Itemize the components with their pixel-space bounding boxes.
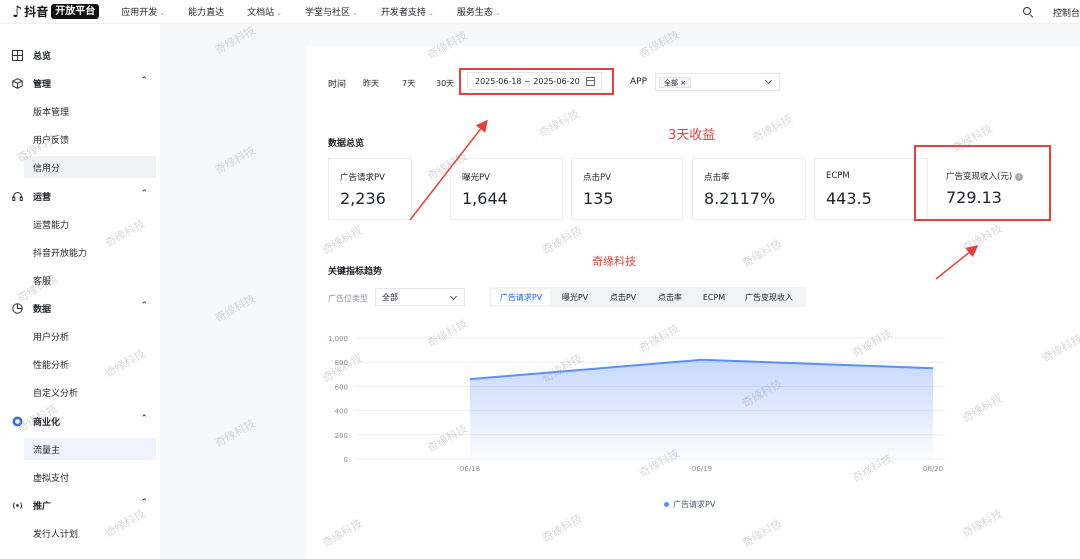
app-select[interactable]: 全部 × [655,73,780,91]
pie-chart-icon [12,302,23,314]
legend-label: 广告请求PV [673,500,716,509]
nav-item-app-dev[interactable]: 应用开发 ⌄ [121,5,165,18]
broadcast-icon [12,500,23,511]
tab-ecpm[interactable]: ECPM [695,289,733,305]
sidebar-group-data[interactable]: 数据 ⌃ [12,301,152,315]
chart-legend[interactable]: 广告请求PV [664,499,715,510]
ad-type-select[interactable]: 全部 [375,288,465,306]
metric-tabs: 广告请求PV 曝光PV 点击PV 点击率 ECPM 广告变现收入 [489,287,806,307]
metric-impressions: 曝光PV 1,644 [450,158,563,220]
metric-ctr: 点击率 8.2117% [692,158,806,220]
tab-ad-requests[interactable]: 广告请求PV [492,289,550,305]
sidebar-item-dy-ability[interactable]: 抖音开放能力 [24,241,156,263]
top-nav: ♪ 抖音 开放平台 应用开发 ⌄ 能力直达 文档站 ⌄ 学堂与社区 ⌄ 开发者支持 ⌄ … [0,0,1080,24]
chevron-up-icon: ⌃ [140,414,148,424]
headset-icon [12,191,23,202]
overview-title: 数据总览 [328,139,365,149]
nav-item-community[interactable]: 学堂与社区 ⌄ [305,5,358,18]
tab-impressions[interactable]: 曝光PV [553,289,597,305]
annotation-box-date [459,68,614,95]
nav-menu: 应用开发 ⌄ 能力直达 文档站 ⌄ 学堂与社区 ⌄ 开发者支持 ⌄ 服务生态 ⌄ [121,5,523,18]
app-tag-all[interactable]: 全部 × [659,77,692,88]
chevron-down-icon: ⌄ [276,9,283,17]
sidebar-item-publisher[interactable]: 发行人计划 [24,522,156,544]
tab-revenue[interactable]: 广告变现收入 [737,289,801,305]
grid-icon [12,49,23,61]
cube-icon [12,77,23,89]
chevron-down-icon: ⌄ [427,9,434,17]
nav-item-dev-support[interactable]: 开发者支持 ⌄ [381,5,434,18]
chevron-up-icon: ⌃ [140,498,148,508]
chevron-down-icon: ⌄ [494,9,501,17]
sidebar-group-manage[interactable]: 管理 ⌃ [12,76,152,90]
coin-icon [12,416,23,427]
metric-ad-requests: 广告请求PV 2,236 [328,158,412,220]
chevron-down-icon: ⌄ [352,9,358,17]
nav-item-ability[interactable]: 能力直达 [188,5,224,18]
sidebar-item-version[interactable]: 版本管理 [24,100,156,122]
chevron-up-icon: ⌃ [140,301,148,311]
logo-badge: 开放平台 [51,4,100,19]
sidebar-item-service[interactable]: 客服 [24,269,156,291]
sidebar-group-ops[interactable]: 运营 ⌃ [12,189,152,203]
ad-type-label: 广告位类型 [328,294,368,303]
time-label: 时间 [328,80,347,90]
sidebar-group-promo[interactable]: 推广 ⌃ [12,498,152,512]
sidebar-item-overview[interactable]: 总览 [12,48,152,62]
nav-item-docs[interactable]: 文档站 ⌄ [247,5,282,18]
search-icon[interactable] [1022,7,1033,17]
sidebar-item-feedback[interactable]: 用户反馈 [24,128,156,150]
sidebar-group-biz[interactable]: 商业化 ⌃ [12,414,152,428]
sidebar: 总览 管理 ⌃ 版本管理 用户反馈 信用分 运营 ⌃ 运营能力 抖音开放能力 客… [0,24,160,559]
quick-30days[interactable]: 30天 [436,78,454,89]
tab-clicks[interactable]: 点击PV [601,289,645,305]
douyin-note-icon: ♪ [12,2,23,21]
nav-item-ecosystem[interactable]: 服务生态 ⌄ [457,5,501,18]
tab-ctr[interactable]: 点击率 [649,289,691,305]
chevron-up-icon: ⌃ [140,76,148,86]
chevron-down-icon [764,76,773,85]
annotation-three-day: 3天收益 [668,128,716,143]
metric-clicks: 点击PV 135 [571,158,683,220]
quick-7days[interactable]: 7天 [402,78,415,89]
chevron-down-icon [449,292,458,301]
console-link[interactable]: 控制台 [1053,6,1080,19]
logo[interactable]: ♪ 抖音 开放平台 [12,0,100,24]
logo-brand: 抖音 [24,5,49,19]
quick-yesterday[interactable]: 昨天 [363,78,379,89]
metric-ecpm: ECPM 443.5 [814,158,928,220]
trend-title: 关键指标趋势 [328,267,383,277]
annotation-box-revenue [914,145,1051,221]
sidebar-item-perf-analysis[interactable]: 性能分析 [24,353,156,375]
sidebar-item-user-analysis[interactable]: 用户分析 [24,325,156,347]
chevron-up-icon: ⌃ [140,189,148,199]
sidebar-item-credit[interactable]: 信用分 [24,156,156,178]
sidebar-item-custom-analysis[interactable]: 自定义分析 [24,381,156,403]
sidebar-item-vpay[interactable]: 虚拟支付 [24,466,156,488]
nav-right: 控制台 [1022,0,1080,24]
sidebar-item-traffic[interactable]: 流量主 [24,438,156,460]
legend-dot [664,502,669,507]
annotation-brand: 奇缘科技 [592,255,636,268]
sidebar-item-ops-ability[interactable]: 运营能力 [24,213,156,235]
chevron-down-icon: ⌄ [159,9,166,17]
app-label: APP [630,77,648,87]
